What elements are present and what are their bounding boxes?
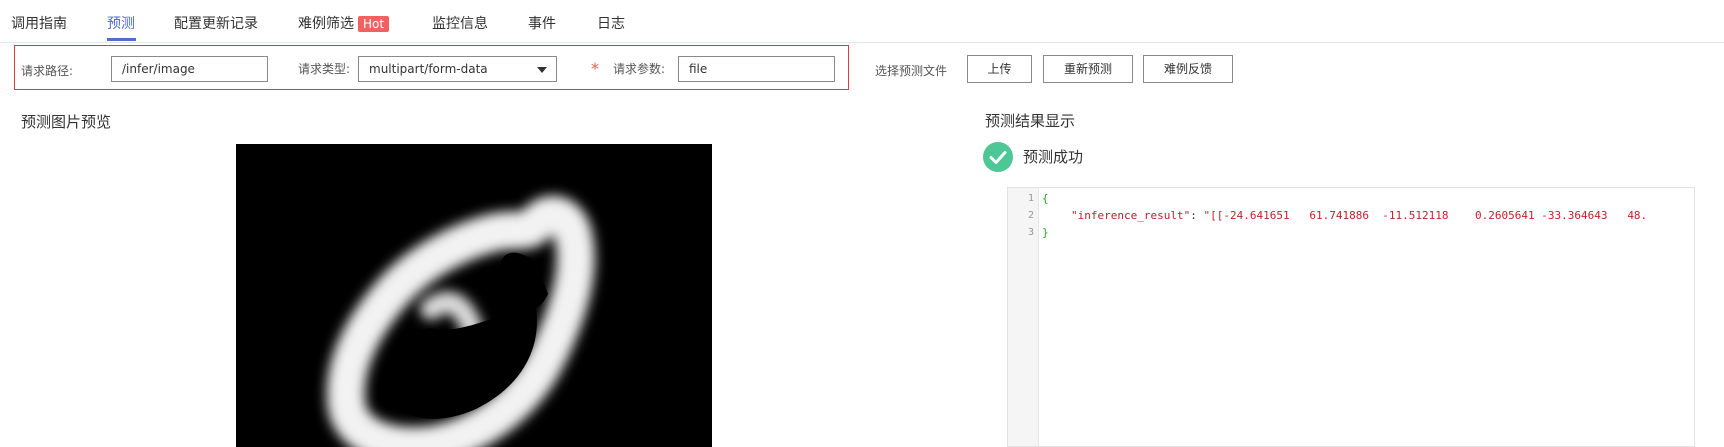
tab-hard-example-label: 难例筛选 <box>298 16 354 32</box>
request-path-input[interactable]: /infer/image <box>111 56 268 82</box>
success-check-icon <box>983 142 1013 172</box>
tab-usage-guide[interactable]: 调用指南 <box>11 13 67 33</box>
request-type-select[interactable]: multipart/form-data <box>358 56 557 82</box>
preview-image <box>236 144 712 447</box>
request-type-value: multipart/form-data <box>369 62 488 76</box>
line-number: 3 <box>1027 227 1034 238</box>
tab-monitoring[interactable]: 监控信息 <box>432 13 488 33</box>
hot-badge: Hot <box>358 16 390 32</box>
code-line: } <box>1042 226 1049 239</box>
code-line: { <box>1042 192 1049 205</box>
upload-button[interactable]: 上传 <box>967 55 1032 83</box>
json-value: "[[-24.641651 61.741886 -11.512118 0.260… <box>1203 209 1648 222</box>
tab-events[interactable]: 事件 <box>528 13 556 33</box>
hard-example-feedback-button[interactable]: 难例反馈 <box>1143 55 1233 83</box>
json-separator: : <box>1190 209 1204 222</box>
tab-bar: 调用指南 预测 配置更新记录 难例筛选 Hot 监控信息 事件 日志 <box>0 0 1724 43</box>
request-param-input[interactable]: file <box>678 56 835 82</box>
active-tab-indicator <box>107 38 136 41</box>
request-path-label: 请求路径: <box>21 64 74 78</box>
tab-logs[interactable]: 日志 <box>597 13 625 33</box>
line-number: 2 <box>1027 210 1034 221</box>
repredict-button[interactable]: 重新预测 <box>1043 55 1133 83</box>
tab-hard-example[interactable]: 难例筛选 Hot <box>298 13 390 33</box>
line-number: 1 <box>1027 193 1034 204</box>
required-marker: * <box>591 59 599 78</box>
prediction-status: 预测成功 <box>1023 148 1084 166</box>
result-title: 预测结果显示 <box>985 112 1076 130</box>
preview-title: 预测图片预览 <box>21 113 112 131</box>
request-param-label: 请求参数: <box>613 62 666 76</box>
tab-config-history[interactable]: 配置更新记录 <box>174 13 258 33</box>
chevron-down-icon <box>537 67 547 73</box>
tab-predict[interactable]: 预测 <box>107 13 135 33</box>
request-type-label: 请求类型: <box>298 62 351 76</box>
json-key: "inference_result" <box>1071 209 1191 222</box>
code-line: "inference_result": "[[-24.641651 61.741… <box>1071 209 1647 222</box>
result-code-editor[interactable]: 1 2 3 { "inference_result": "[[-24.64165… <box>1007 187 1695 447</box>
select-file-label: 选择预测文件 <box>875 64 948 78</box>
digit-zero-image <box>236 144 712 447</box>
